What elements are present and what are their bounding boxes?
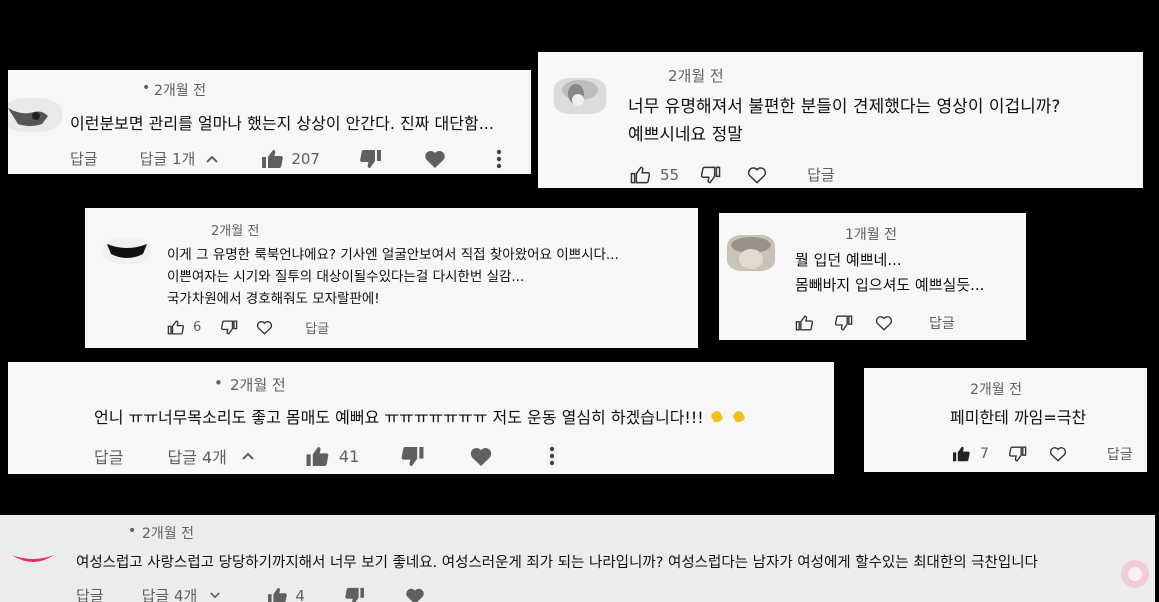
reply-button[interactable]: 답글 — [305, 318, 329, 337]
thumb-up-icon[interactable] — [795, 315, 813, 331]
reply-button[interactable]: 답글 — [70, 148, 98, 169]
more-vert-icon[interactable] — [549, 446, 555, 466]
replies-count: 답글 4개 — [167, 448, 227, 467]
avatar[interactable] — [103, 238, 151, 264]
thumb-down-icon[interactable] — [221, 320, 238, 335]
comment-text-line: 언니 ㅠㅠ너무목소리도 좋고 몸매도 예뻐요 ㅠㅠㅠㅠㅠㅠㅠ 저도 운동 열심히… — [94, 408, 704, 427]
view-replies-button[interactable]: 답글 4개 — [142, 585, 222, 602]
comment-card-3: 2개월 전 이게 그 유명한 룩북언냐에요? 기사엔 얼굴안보여서 직접 찾아왔… — [85, 208, 698, 348]
like-count: 6 — [193, 320, 202, 335]
comment-text-line: 페미한테 까임=극찬 — [950, 408, 1087, 427]
comment-text-line: 이게 그 유명한 룩북언냐에요? 기사엔 얼굴안보여서 직접 찾아왔어요 이쁘시… — [167, 247, 619, 263]
thumb-down-icon[interactable] — [345, 587, 365, 602]
thumb-up-icon[interactable] — [952, 446, 970, 462]
comment-time: 2개월 전 — [154, 83, 206, 99]
comment-card-2: 2개월 전 너무 유명해져서 불편한 분들이 견제했다는 영상이 이겁니까? 예… — [538, 52, 1143, 188]
heart-icon[interactable] — [469, 446, 493, 467]
comment-text-line: 너무 유명해져서 불편한 분들이 견제했다는 영상이 이겁니까? — [628, 97, 1061, 117]
reply-button[interactable]: 답글 — [807, 164, 835, 185]
comment-card-5: • 2개월 전 언니 ㅠㅠ너무목소리도 좋고 몸매도 예뻐요 ㅠㅠㅠㅠㅠㅠㅠ 저… — [8, 362, 834, 474]
comment-actions: 6 답글 — [167, 318, 329, 337]
thumb-up-icon[interactable] — [261, 149, 284, 169]
comment-text-line: 이런분보면 관리를 얼마나 했는지 상상이 안간다. 진짜 대단함... — [70, 114, 494, 133]
avatar[interactable] — [554, 78, 606, 114]
replies-count: 답글 1개 — [139, 150, 196, 168]
comment-actions: 답글 답글 4개 4 — [76, 585, 425, 602]
avatar[interactable] — [10, 549, 56, 569]
heart-icon[interactable] — [424, 149, 446, 169]
watermark-logo — [1118, 557, 1152, 591]
avatar[interactable] — [8, 98, 62, 132]
heart-icon[interactable] — [875, 315, 893, 331]
comment-text-line: 이쁜여자는 시기와 질투의 대상이될수있다는걸 다시한번 실감... — [167, 269, 525, 285]
comment-actions: 답글 — [795, 313, 955, 333]
comment-time: 2개월 전 — [668, 67, 724, 85]
thumb-down-icon[interactable] — [1008, 446, 1027, 462]
comment-actions: 답글 답글 1개 207 — [70, 148, 502, 169]
thumb-down-icon[interactable] — [701, 166, 721, 184]
comment-card-4: 1개월 전 뭘 입던 예쁘네... 몸빼바지 입으셔도 예쁘실듯... 답글 — [719, 213, 1026, 340]
comment-card-6: 2개월 전 페미한테 까임=극찬 7 답글 — [864, 368, 1147, 472]
heart-icon[interactable] — [256, 320, 273, 335]
like-count: 7 — [980, 446, 989, 462]
clapping-hands-icon — [708, 408, 728, 424]
comment-time: 2개월 전 — [970, 382, 1022, 398]
comment-time: 2개월 전 — [230, 376, 286, 394]
comment-text-line: 여성스럽고 사랑스럽고 당당하기까지해서 너무 보기 좋네요. 여성스러운게 죄… — [76, 555, 1038, 571]
like-count: 207 — [291, 149, 320, 168]
comment-text-line: 예쁘시네요 정말 — [628, 125, 743, 145]
reply-button[interactable]: 답글 — [929, 313, 955, 333]
comment-text-line: 뭘 입던 예쁘네... — [795, 251, 902, 269]
thumb-up-icon[interactable] — [630, 166, 650, 184]
comment-time: 2개월 전 — [142, 526, 194, 542]
thumb-up-icon[interactable] — [167, 320, 184, 335]
thumb-down-icon[interactable] — [360, 149, 382, 169]
thumb-up-icon[interactable] — [305, 446, 329, 467]
avatar[interactable] — [34, 406, 56, 414]
thumb-down-icon[interactable] — [401, 446, 425, 467]
chevron-down-icon — [209, 591, 221, 600]
thumb-down-icon[interactable] — [835, 315, 853, 331]
heart-icon[interactable] — [1049, 446, 1067, 462]
comment-actions: 55 답글 — [630, 164, 835, 185]
like-count: 4 — [295, 586, 305, 602]
clapping-hands-icon — [730, 408, 750, 424]
reply-button[interactable]: 답글 — [76, 585, 104, 602]
chevron-up-icon — [205, 154, 219, 164]
view-replies-button[interactable]: 답글 1개 — [140, 148, 220, 169]
like-count: 41 — [338, 446, 360, 466]
chevron-up-icon — [241, 451, 255, 461]
comment-card-7: • 2개월 전 여성스럽고 사랑스럽고 당당하기까지해서 너무 보기 좋네요. … — [0, 515, 1155, 602]
comment-card-1: 2개월 전 • 이런분보면 관리를 얼마나 했는지 상상이 안간다. 진짜 대단… — [8, 70, 531, 174]
comment-text-line: 국가차원에서 경호해줘도 모자랄판에! — [167, 291, 380, 307]
reply-button[interactable]: 답글 — [1107, 444, 1133, 464]
avatar[interactable] — [727, 235, 775, 271]
comment-time: 2개월 전 — [211, 224, 260, 239]
heart-icon[interactable] — [747, 166, 767, 184]
comment-time: 1개월 전 — [845, 227, 897, 243]
heart-icon[interactable] — [405, 587, 425, 602]
comment-actions: 답글 답글 4개 41 — [94, 444, 555, 468]
like-count: 55 — [660, 165, 680, 184]
replies-count: 답글 4개 — [141, 587, 198, 602]
more-vert-icon[interactable] — [496, 149, 502, 169]
comment-actions: 7 답글 — [952, 444, 1133, 464]
comment-text-line: 몸빼바지 입으셔도 예쁘실듯... — [795, 276, 985, 294]
reply-button[interactable]: 답글 — [94, 444, 123, 468]
view-replies-button[interactable]: 답글 4개 — [167, 444, 254, 468]
comment-body: 언니 ㅠㅠ너무목소리도 좋고 몸매도 예뻐요 ㅠㅠㅠㅠㅠㅠㅠ 저도 운동 열심히… — [94, 404, 750, 428]
thumb-up-icon[interactable] — [267, 587, 288, 602]
